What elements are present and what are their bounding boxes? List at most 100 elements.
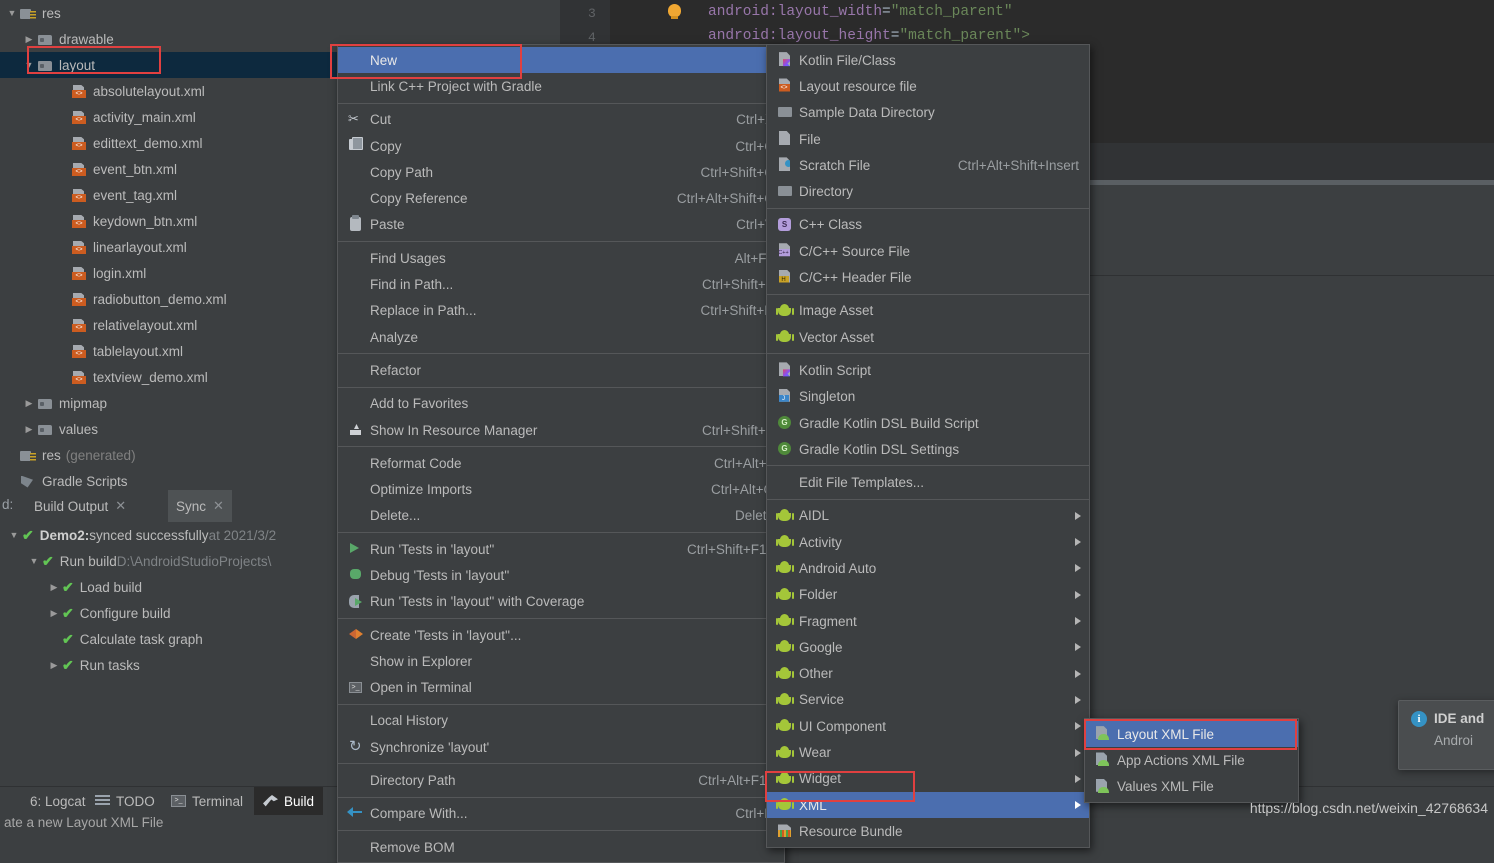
menu-item-compare-with[interactable]: Compare With... Ctrl+D <box>338 801 784 827</box>
menu-item-google[interactable]: Google <box>767 634 1089 660</box>
menu-item-widget[interactable]: Widget <box>767 766 1089 792</box>
twisty-collapsed-icon[interactable]: ▶ <box>46 608 62 619</box>
intention-bulb-icon[interactable] <box>668 4 681 19</box>
menu-item-paste[interactable]: Paste Ctrl+V <box>338 212 784 238</box>
build-tab-build-output[interactable]: Build Output ✕ <box>26 490 134 522</box>
menu-item-show-in-explorer[interactable]: Show in Explorer <box>338 648 784 674</box>
menu-item-xml[interactable]: XML <box>767 792 1089 819</box>
menu-item-label: Run 'Tests in 'layout'' with Coverage <box>370 594 585 610</box>
tree-node-res[interactable]: ▼ res <box>0 0 560 26</box>
menu-item-find-in-path[interactable]: Find in Path... Ctrl+Shift+F <box>338 271 784 297</box>
xml-submenu[interactable]: Layout XML File App Actions XML File Value… <box>1084 718 1299 803</box>
bottom-tab-build[interactable]: Build <box>254 787 324 815</box>
menu-item-image-asset[interactable]: Image Asset <box>767 298 1089 324</box>
menu-item-gradle-kotlin-dsl-settings[interactable]: G Gradle Kotlin DSL Settings <box>767 436 1089 462</box>
new-submenu[interactable]: Kotlin File/Class Layout resource file Sam… <box>766 44 1090 848</box>
menu-item-add-to-favorites[interactable]: Add to Favorites <box>338 391 784 417</box>
menu-item-show-in-resource-manager[interactable]: Show In Resource Manager Ctrl+Shift+T <box>338 417 784 443</box>
menu-item-file[interactable]: File <box>767 126 1089 152</box>
menu-item-ui-component[interactable]: UI Component <box>767 713 1089 739</box>
twisty-expanded-icon[interactable]: ▼ <box>4 8 20 18</box>
menu-item-other[interactable]: Other <box>767 661 1089 687</box>
menu-item-link-c-project-with-gradle[interactable]: Link C++ Project with Gradle <box>338 73 784 99</box>
menu-item-app-actions-xml-file[interactable]: App Actions XML File <box>1085 747 1298 773</box>
folder-icon-glyph <box>778 185 792 196</box>
menu-item-sample-data-directory[interactable]: Sample Data Directory <box>767 100 1089 126</box>
bottom-tab-terminal[interactable]: >_ Terminal <box>162 787 252 815</box>
menu-item-label: Refactor <box>370 362 422 378</box>
menu-item-run-tests-in-layout[interactable]: Run 'Tests in 'layout'' Ctrl+Shift+F10 <box>338 536 784 562</box>
menu-item-copy-path[interactable]: Copy Path Ctrl+Shift+C <box>338 159 784 185</box>
menu-item-open-in-terminal[interactable]: >_ Open in Terminal <box>338 675 784 701</box>
menu-item-service[interactable]: Service <box>767 687 1089 713</box>
twisty-collapsed-icon[interactable]: ▶ <box>21 424 37 435</box>
code-editor[interactable]: 3 4 android:layout_width="match_parent" … <box>560 0 1494 46</box>
menu-item-directory-path[interactable]: Directory Path Ctrl+Alt+F12 <box>338 767 784 793</box>
bottom-tab-todo[interactable]: TODO <box>86 787 164 815</box>
menu-item-gradle-kotlin-dsl-build-script[interactable]: G Gradle Kotlin DSL Build Script <box>767 410 1089 436</box>
menu-item-kotlin-file-class[interactable]: Kotlin File/Class <box>767 47 1089 73</box>
menu-item-kotlin-script[interactable]: Kotlin Script <box>767 357 1089 383</box>
cpp-header-icon-glyph <box>779 269 790 283</box>
menu-item-debug-tests-in-layout[interactable]: Debug 'Tests in 'layout'' <box>338 562 784 588</box>
twisty-expanded-icon[interactable]: ▼ <box>6 530 22 540</box>
menu-item-analyze[interactable]: Analyze <box>338 324 784 350</box>
android-icon-glyph <box>775 330 794 343</box>
twisty-expanded-icon[interactable]: ▼ <box>21 60 37 70</box>
menu-item-cut[interactable]: Cut Ctrl+X <box>338 107 784 133</box>
twisty-expanded-icon[interactable]: ▼ <box>26 556 42 566</box>
menu-item-android-auto[interactable]: Android Auto <box>767 555 1089 581</box>
context-menu[interactable]: New Link C++ Project with Gradle Cut Ctrl+X… <box>337 44 785 863</box>
twisty-collapsed-icon[interactable]: ▶ <box>21 398 37 409</box>
menu-item-vector-asset[interactable]: Vector Asset <box>767 324 1089 350</box>
menu-item-reformat-code[interactable]: Reformat Code Ctrl+Alt+L <box>338 450 784 476</box>
success-check-icon: ✔ <box>42 552 54 569</box>
notification-balloon[interactable]: i IDE and Androi <box>1398 700 1494 770</box>
menu-item-resource-bundle[interactable]: Resource Bundle <box>767 818 1089 844</box>
cpp-class-icon: S <box>775 216 795 234</box>
twisty-collapsed-icon[interactable]: ▶ <box>21 34 37 45</box>
menu-item-edit-file-templates[interactable]: Edit File Templates... <box>767 469 1089 495</box>
menu-item-copy-reference[interactable]: Copy Reference Ctrl+Alt+Shift+C <box>338 185 784 211</box>
menu-item-optimize-imports[interactable]: Optimize Imports Ctrl+Alt+O <box>338 476 784 502</box>
layout-xml-icon-glyph <box>1096 779 1109 793</box>
menu-item-run-tests-in-layout-with-coverage[interactable]: Run 'Tests in 'layout'' with Coverage <box>338 589 784 615</box>
close-icon[interactable]: ✕ <box>115 498 126 514</box>
menu-item-singleton[interactable]: Singleton <box>767 384 1089 410</box>
menu-item-replace-in-path[interactable]: Replace in Path... Ctrl+Shift+R <box>338 298 784 324</box>
menu-item-fragment[interactable]: Fragment <box>767 608 1089 634</box>
menu-item-directory[interactable]: Directory <box>767 178 1089 204</box>
close-icon[interactable]: ✕ <box>213 498 224 514</box>
menu-item-activity[interactable]: Activity <box>767 529 1089 555</box>
tree-node-label: relativelayout.xml <box>93 317 198 333</box>
menu-item-scratch-file[interactable]: Scratch File Ctrl+Alt+Shift+Insert <box>767 152 1089 178</box>
menu-item-layout-resource-file[interactable]: Layout resource file <box>767 73 1089 99</box>
menu-item-aidl[interactable]: AIDL <box>767 503 1089 529</box>
menu-item-delete[interactable]: Delete... Delete <box>338 503 784 529</box>
menu-item-c-c-source-file[interactable]: C/C++ Source File <box>767 238 1089 264</box>
menu-item-folder[interactable]: Folder <box>767 582 1089 608</box>
twisty-collapsed-icon[interactable]: ▶ <box>46 582 62 593</box>
menu-item-new[interactable]: New <box>338 47 784 74</box>
xml-file-icon-glyph <box>779 78 790 92</box>
tree-node-label: Gradle Scripts <box>42 473 128 489</box>
menu-item-local-history[interactable]: Local History <box>338 708 784 734</box>
menu-item-copy[interactable]: Copy Ctrl+C <box>338 133 784 159</box>
twisty-collapsed-icon[interactable]: ▶ <box>46 660 62 671</box>
menu-item-find-usages[interactable]: Find Usages Alt+F7 <box>338 245 784 271</box>
folder-icon <box>37 422 54 437</box>
menu-item-values-xml-file[interactable]: Values XML File <box>1085 774 1298 800</box>
bottom-tab-6-logcat[interactable]: 6: Logcat <box>0 787 95 815</box>
build-tab-sync[interactable]: Sync ✕ <box>168 490 232 522</box>
xml-file-icon <box>775 77 795 95</box>
menu-item-synchronize-layout[interactable]: Synchronize 'layout' <box>338 734 784 760</box>
menu-item-c-c-header-file[interactable]: C/C++ Header File <box>767 264 1089 290</box>
menu-item-wear[interactable]: Wear <box>767 739 1089 765</box>
menu-item-create-tests-in-layout[interactable]: Create 'Tests in 'layout''... <box>338 622 784 648</box>
resource-bundle-icon-glyph <box>778 824 791 838</box>
android-icon-glyph <box>775 508 794 522</box>
menu-item-remove-bom[interactable]: Remove BOM <box>338 834 784 860</box>
menu-item-refactor[interactable]: Refactor <box>338 357 784 383</box>
menu-item-c-class[interactable]: S C++ Class <box>767 212 1089 238</box>
menu-item-layout-xml-file[interactable]: Layout XML File <box>1085 721 1298 748</box>
